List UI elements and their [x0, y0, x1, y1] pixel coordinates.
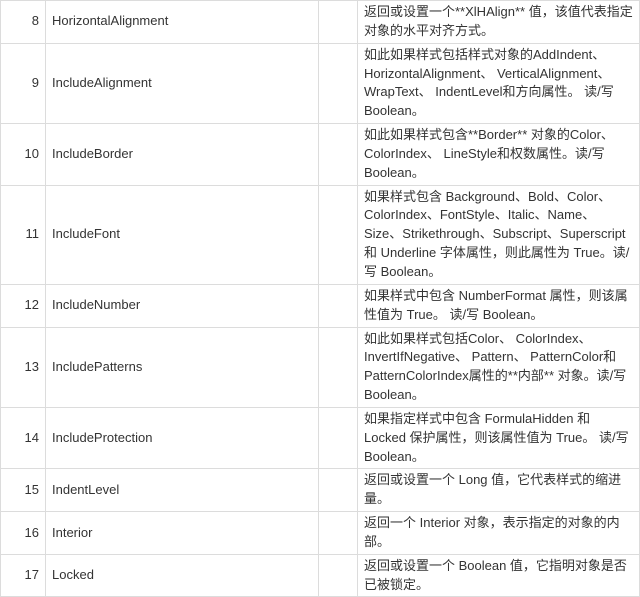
- empty-cell: [319, 124, 358, 186]
- empty-cell: [319, 327, 358, 407]
- table-row: 12 IncludeNumber 如果样式中包含 NumberFormat 属性…: [1, 284, 640, 327]
- property-description: 返回或设置一个**XlHAlign** 值，该值代表指定对象的水平对齐方式。: [358, 1, 640, 44]
- property-description: 返回或设置一个 Long 值，它代表样式的缩进量。: [358, 469, 640, 512]
- row-number: 15: [1, 469, 46, 512]
- table-row: 14 IncludeProtection 如果指定样式中包含 FormulaHi…: [1, 407, 640, 469]
- property-name: IncludeFont: [46, 185, 319, 284]
- property-name: IncludeNumber: [46, 284, 319, 327]
- table-row: 16 Interior 返回一个 Interior 对象，表示指定的对象的内部。: [1, 512, 640, 555]
- property-description: 如果指定样式中包含 FormulaHidden 和 Locked 保护属性，则该…: [358, 407, 640, 469]
- property-description: 如果样式包含 Background、Bold、Color、ColorIndex、…: [358, 185, 640, 284]
- property-name: HorizontalAlignment: [46, 1, 319, 44]
- empty-cell: [319, 512, 358, 555]
- table-row: 8 HorizontalAlignment 返回或设置一个**XlHAlign*…: [1, 1, 640, 44]
- empty-cell: [319, 43, 358, 123]
- row-number: 12: [1, 284, 46, 327]
- row-number: 11: [1, 185, 46, 284]
- property-name: Locked: [46, 554, 319, 597]
- table-row: 9 IncludeAlignment 如此如果样式包括样式对象的AddInden…: [1, 43, 640, 123]
- property-description: 如果样式中包含 NumberFormat 属性，则该属性值为 True。 读/写…: [358, 284, 640, 327]
- empty-cell: [319, 554, 358, 597]
- property-description: 返回或设置一个 Boolean 值，它指明对象是否已被锁定。: [358, 554, 640, 597]
- empty-cell: [319, 1, 358, 44]
- property-name: IncludeBorder: [46, 124, 319, 186]
- row-number: 14: [1, 407, 46, 469]
- property-name: IndentLevel: [46, 469, 319, 512]
- property-description: 如此如果样式包括样式对象的AddIndent、 HorizontalAlignm…: [358, 43, 640, 123]
- table-row: 17 Locked 返回或设置一个 Boolean 值，它指明对象是否已被锁定。: [1, 554, 640, 597]
- property-description: 返回一个 Interior 对象，表示指定的对象的内部。: [358, 512, 640, 555]
- empty-cell: [319, 185, 358, 284]
- empty-cell: [319, 407, 358, 469]
- property-description: 如此如果样式包含**Border** 对象的Color、 ColorIndex、…: [358, 124, 640, 186]
- property-description: 如此如果样式包括Color、 ColorIndex、 InvertIfNegat…: [358, 327, 640, 407]
- row-number: 8: [1, 1, 46, 44]
- empty-cell: [319, 469, 358, 512]
- table-body: 8 HorizontalAlignment 返回或设置一个**XlHAlign*…: [1, 1, 640, 597]
- row-number: 13: [1, 327, 46, 407]
- row-number: 16: [1, 512, 46, 555]
- row-number: 9: [1, 43, 46, 123]
- table-row: 13 IncludePatterns 如此如果样式包括Color、 ColorI…: [1, 327, 640, 407]
- property-name: IncludePatterns: [46, 327, 319, 407]
- table-row: 11 IncludeFont 如果样式包含 Background、Bold、Co…: [1, 185, 640, 284]
- table-row: 10 IncludeBorder 如此如果样式包含**Border** 对象的C…: [1, 124, 640, 186]
- property-name: IncludeProtection: [46, 407, 319, 469]
- empty-cell: [319, 284, 358, 327]
- table-row: 15 IndentLevel 返回或设置一个 Long 值，它代表样式的缩进量。: [1, 469, 640, 512]
- property-name: Interior: [46, 512, 319, 555]
- properties-table: 8 HorizontalAlignment 返回或设置一个**XlHAlign*…: [0, 0, 640, 597]
- row-number: 17: [1, 554, 46, 597]
- row-number: 10: [1, 124, 46, 186]
- property-name: IncludeAlignment: [46, 43, 319, 123]
